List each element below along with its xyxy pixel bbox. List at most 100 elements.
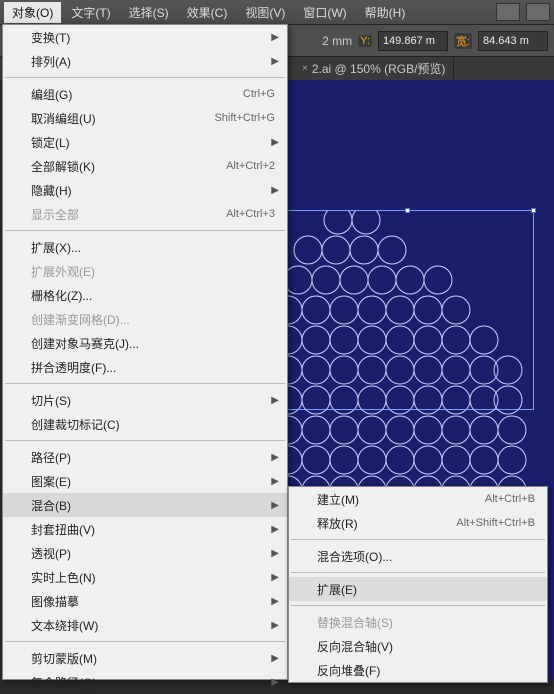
menu-shortcut: Shift+Ctrl+G [214, 112, 275, 124]
blend-circles-art [278, 210, 554, 510]
menu-select[interactable]: 选择(S) [121, 2, 177, 23]
menu-item-label: 封套扭曲(V) [31, 521, 95, 538]
object-menu-item[interactable]: 编组(G)Ctrl+G [3, 82, 287, 106]
menu-item-label: 隐藏(H) [31, 182, 72, 199]
document-tab[interactable]: × 2.ai @ 150% (RGB/预览) [294, 58, 454, 79]
menu-shortcut: Alt+Ctrl+B [485, 493, 535, 505]
submenu-arrow-icon: ▶ [271, 56, 279, 67]
submenu-arrow-icon: ▶ [271, 395, 279, 406]
blend-submenu: 建立(M)Alt+Ctrl+B释放(R)Alt+Shift+Ctrl+B 混合选项… [288, 486, 548, 683]
menu-item-label: 创建裁切标记(C) [31, 416, 120, 433]
object-menu-item[interactable]: 创建对象马赛克(J)... [3, 331, 287, 355]
menu-item-label: 创建渐变网格(D)... [31, 311, 130, 328]
menu-item-label: 透视(P) [31, 545, 71, 562]
menu-item-label: 剪切蒙版(M) [31, 650, 97, 667]
w-input[interactable] [478, 31, 548, 51]
object-menu-item[interactable]: 排列(A) ▶ [3, 49, 287, 73]
menu-separator [5, 77, 285, 78]
menu-item-label: 栅格化(Z)... [31, 287, 92, 304]
object-menu-item[interactable]: 全部解锁(K)Alt+Ctrl+2 [3, 154, 287, 178]
object-menu-item[interactable]: 混合(B)▶ [3, 493, 287, 517]
menu-text[interactable]: 文字(T) [63, 2, 118, 23]
object-menu-item[interactable]: 变换(T) ▶ [3, 25, 287, 49]
toolbar-button-1[interactable] [496, 3, 520, 21]
menu-item-label: 实时上色(N) [31, 569, 96, 586]
menu-item-label: 路径(P) [31, 449, 71, 466]
submenu-arrow-icon: ▶ [271, 548, 279, 559]
menu-separator [291, 605, 545, 606]
blend-menu-item[interactable]: 混合选项(O)... [289, 544, 547, 568]
menu-item-label: 扩展(X)... [31, 239, 81, 256]
object-menu-item[interactable]: 文本绕排(W)▶ [3, 613, 287, 637]
object-menu-item: 显示全部Alt+Ctrl+3 [3, 202, 287, 226]
menu-help[interactable]: 帮助(H) [357, 2, 414, 23]
menu-shortcut: Alt+Ctrl+3 [226, 208, 275, 220]
object-menu-item[interactable]: 复合路径(O)▶ [3, 670, 287, 694]
submenu-arrow-icon: ▶ [271, 524, 279, 535]
object-menu-item[interactable]: 扩展(X)... [3, 235, 287, 259]
object-menu-item[interactable]: 隐藏(H)▶ [3, 178, 287, 202]
object-menu-item[interactable]: 图案(E) ▶ [3, 469, 287, 493]
y-input[interactable] [378, 31, 448, 51]
menu-item-label: 变换(T) [31, 29, 70, 46]
object-menu-item[interactable]: 封套扭曲(V) ▶ [3, 517, 287, 541]
submenu-arrow-icon: ▶ [271, 452, 279, 463]
submenu-arrow-icon: ▶ [271, 572, 279, 583]
toolbar-button-2[interactable] [526, 3, 550, 21]
object-menu-item[interactable]: 图像描摹▶ [3, 589, 287, 613]
blend-menu-item[interactable]: 释放(R)Alt+Shift+Ctrl+B [289, 511, 547, 535]
object-menu-item[interactable]: 栅格化(Z)... [3, 283, 287, 307]
tab-label: 2.ai @ 150% (RGB/预览) [312, 60, 446, 77]
menu-view[interactable]: 视图(V) [237, 2, 293, 23]
object-menu-item[interactable]: 路径(P) ▶ [3, 445, 287, 469]
menu-item-label: 反向混合轴(V) [317, 638, 393, 655]
blend-menu-item[interactable]: 扩展(E) [289, 577, 547, 601]
menu-item-label: 锁定(L) [31, 134, 70, 151]
submenu-arrow-icon: ▶ [271, 476, 279, 487]
menubar: 对象(O) 文字(T) 选择(S) 效果(C) 视图(V) 窗口(W) 帮助(H… [0, 0, 554, 24]
object-menu-item[interactable]: 锁定(L) ▶ [3, 130, 287, 154]
close-icon[interactable]: × [302, 63, 308, 74]
menu-shortcut: Alt+Ctrl+2 [226, 160, 275, 172]
x-suffix: 2 mm [322, 34, 352, 48]
w-label: 宽: [454, 33, 472, 49]
menu-item-label: 混合(B) [31, 497, 71, 514]
submenu-arrow-icon: ▶ [271, 32, 279, 43]
menu-separator [5, 641, 285, 642]
menu-separator [5, 383, 285, 384]
submenu-arrow-icon: ▶ [271, 137, 279, 148]
object-menu-item[interactable]: 创建裁切标记(C) [3, 412, 287, 436]
object-menu-item[interactable]: 实时上色(N) ▶ [3, 565, 287, 589]
object-menu-item[interactable]: 拼合透明度(F)... [3, 355, 287, 379]
submenu-arrow-icon: ▶ [271, 596, 279, 607]
blend-menu-item[interactable]: 反向混合轴(V) [289, 634, 547, 658]
menu-effect[interactable]: 效果(C) [179, 2, 236, 23]
object-menu-item[interactable]: 剪切蒙版(M)▶ [3, 646, 287, 670]
object-menu: 变换(T) ▶ 排列(A) ▶ 编组(G)Ctrl+G 取消编组(U) Shift+Ctrl… [2, 24, 288, 680]
menu-item-label: 反向堆叠(F) [317, 662, 380, 679]
menu-separator [5, 230, 285, 231]
menu-item-label: 切片(S) [31, 392, 71, 409]
menu-separator [291, 539, 545, 540]
menu-window[interactable]: 窗口(W) [295, 2, 354, 23]
menu-item-label: 取消编组(U) [31, 110, 96, 127]
menu-shortcut: Alt+Shift+Ctrl+B [456, 517, 535, 529]
object-menu-item[interactable]: 取消编组(U) Shift+Ctrl+G [3, 106, 287, 130]
menu-separator [291, 572, 545, 573]
object-menu-item[interactable]: 切片(S) ▶ [3, 388, 287, 412]
blend-menu-item: 替换混合轴(S) [289, 610, 547, 634]
blend-menu-item[interactable]: 建立(M)Alt+Ctrl+B [289, 487, 547, 511]
menu-item-label: 图案(E) [31, 473, 71, 490]
object-menu-item: 扩展外观(E) [3, 259, 287, 283]
submenu-arrow-icon: ▶ [271, 620, 279, 631]
object-menu-item: 创建渐变网格(D)... [3, 307, 287, 331]
menu-item-label: 扩展外观(E) [31, 263, 95, 280]
menu-item-label: 扩展(E) [317, 581, 357, 598]
menu-object[interactable]: 对象(O) [4, 2, 61, 23]
blend-menu-item[interactable]: 反向堆叠(F) [289, 658, 547, 682]
object-menu-item[interactable]: 透视(P) ▶ [3, 541, 287, 565]
menu-item-label: 编组(G) [31, 86, 72, 103]
menu-item-label: 排列(A) [31, 53, 71, 70]
menu-item-label: 混合选项(O)... [317, 548, 392, 565]
menu-item-label: 替换混合轴(S) [317, 614, 393, 631]
